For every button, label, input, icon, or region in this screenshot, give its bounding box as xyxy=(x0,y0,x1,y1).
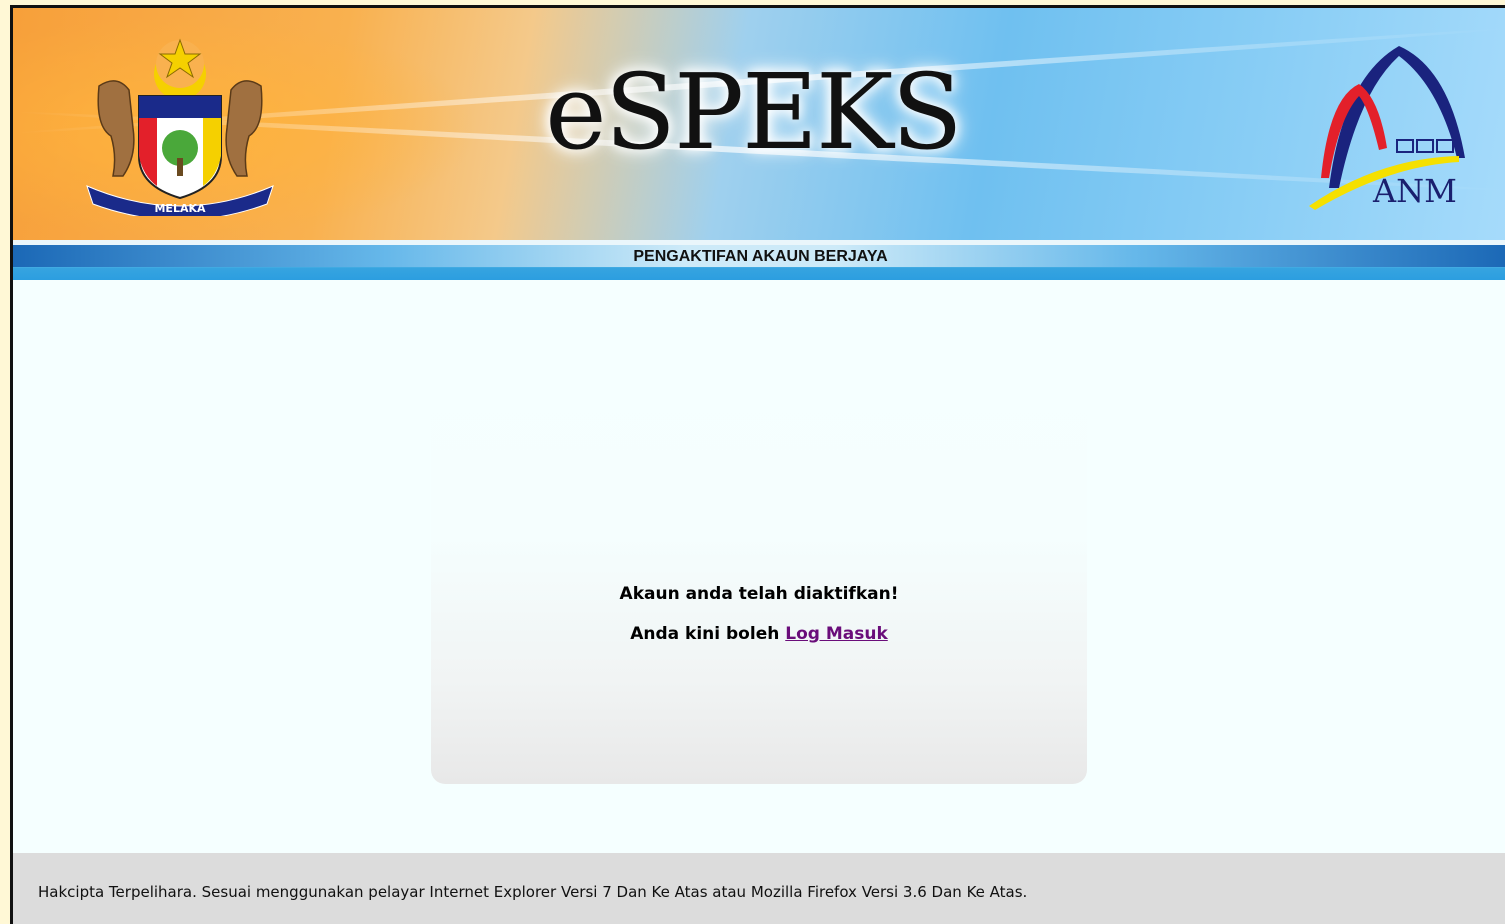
crest-motto: MELAKA xyxy=(154,202,206,215)
anm-logo-label: ANM xyxy=(1373,172,1457,210)
login-prompt-text: Anda kini boleh xyxy=(630,624,786,644)
activation-message: Akaun anda telah diaktifkan! xyxy=(619,584,899,604)
status-bar-text: PENGAKTIFAN AKAUN BERJAYA xyxy=(633,248,888,265)
main-content: Akaun anda telah diaktifkan! Anda kini b… xyxy=(13,280,1505,853)
header-banner: MELAKA eSPEKS ANM xyxy=(13,8,1505,240)
message-panel: Akaun anda telah diaktifkan! Anda kini b… xyxy=(431,368,1087,784)
page-frame: MELAKA eSPEKS ANM PENGAKTIFAN AKAUN BERJ… xyxy=(10,5,1505,924)
melaka-crest-icon: MELAKA xyxy=(86,38,274,216)
footer-copyright: Hakcipta Terpelihara. Sesuai menggunakan… xyxy=(38,883,1028,901)
status-bar: PENGAKTIFAN AKAUN BERJAYA xyxy=(13,240,1505,280)
login-prompt: Anda kini boleh Log Masuk xyxy=(431,624,1087,644)
login-link[interactable]: Log Masuk xyxy=(785,624,888,644)
site-title: eSPEKS xyxy=(545,51,963,173)
footer: Hakcipta Terpelihara. Sesuai menggunakan… xyxy=(13,853,1505,924)
